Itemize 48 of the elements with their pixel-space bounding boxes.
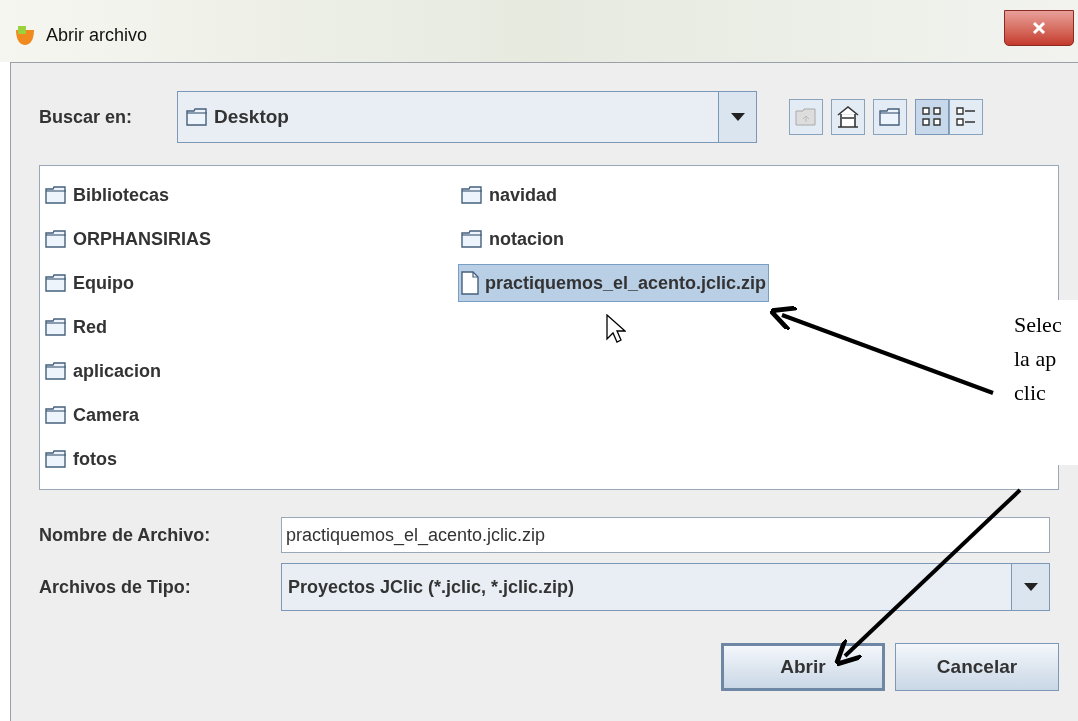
close-icon [1032, 22, 1046, 34]
file-list-item[interactable]: navidad [458, 176, 561, 214]
file-list-item[interactable]: Red [42, 308, 110, 346]
file-name-label: Nombre de Archivo: [39, 523, 212, 547]
file-name-field[interactable]: practiquemos_el_acento.jclic.zip [280, 517, 1050, 553]
folder-icon [45, 230, 67, 248]
folder-icon [186, 108, 208, 126]
file-list-item[interactable]: ORPHANSIRIAS [42, 220, 214, 258]
file-list-item[interactable]: Camera [42, 396, 143, 434]
pointer-cursor-icon [606, 314, 626, 344]
folder-icon [45, 362, 67, 380]
close-button[interactable] [1004, 10, 1074, 46]
folder-icon [461, 230, 483, 248]
folder-icon [45, 318, 67, 336]
window-title: Abrir archivo [46, 24, 148, 46]
file-list-item[interactable]: fotos [42, 440, 120, 478]
details-view-icon [955, 106, 977, 128]
list-view-button[interactable] [915, 99, 949, 135]
grid-view-icon [921, 106, 943, 128]
folder-icon [45, 450, 67, 468]
file-list-item[interactable]: aplicacion [42, 352, 165, 390]
home-button[interactable] [831, 99, 865, 135]
look-in-dropdown[interactable]: Desktop [177, 91, 757, 143]
caret-icon [730, 113, 745, 121]
cancel-button[interactable]: Cancelar [895, 643, 1059, 691]
file-icon [461, 271, 479, 295]
home-icon [836, 105, 860, 129]
callout-text: la ap [1014, 345, 1058, 373]
file-type-label: Archivos de Tipo: [39, 575, 192, 599]
file-list-item[interactable]: Equipo [42, 264, 137, 302]
details-view-button[interactable] [949, 99, 983, 135]
folder-icon [879, 108, 901, 126]
callout-text: clic [1014, 379, 1047, 407]
folder-icon [45, 406, 67, 424]
file-list-item[interactable]: notacion [458, 220, 567, 258]
new-folder-button[interactable] [873, 99, 907, 135]
file-list-item[interactable]: Bibliotecas [42, 176, 173, 214]
folder-icon [45, 186, 67, 204]
file-list-item[interactable]: practiquemos_el_acento.jclic.zip [458, 264, 770, 302]
up-folder-icon [795, 108, 817, 126]
look-in-label: Buscar en: [39, 105, 134, 129]
folder-icon [45, 274, 67, 292]
callout-text: Selec [1014, 311, 1063, 339]
file-type-dropdown[interactable]: Proyectos JClic (*.jclic, *.jclic.zip) [280, 563, 1050, 611]
caret-icon [1023, 583, 1038, 591]
folder-icon [461, 186, 483, 204]
app-icon [14, 24, 36, 46]
open-button[interactable]: Abrir [721, 643, 885, 691]
